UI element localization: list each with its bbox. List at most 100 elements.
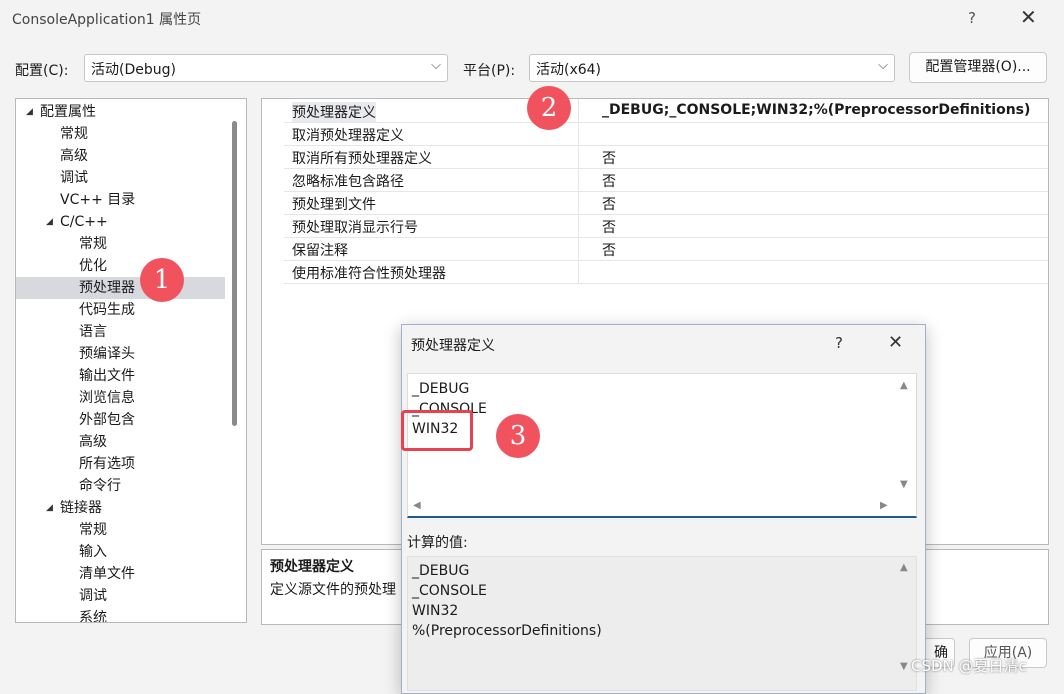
tree-item[interactable]: 调试 — [16, 167, 225, 189]
tree-item-label: 高级 — [60, 148, 88, 164]
expand-triangle-icon[interactable]: ◢ — [46, 211, 53, 233]
chevron-down-icon: ⌵ — [878, 58, 888, 73]
tree-item[interactable]: VC++ 目录 — [16, 189, 225, 211]
scroll-up-icon[interactable]: ▲ — [900, 562, 908, 573]
tree-item[interactable]: 高级 — [16, 145, 225, 167]
tree-item[interactable]: ◢ 配置属性 — [16, 101, 225, 123]
tree-item[interactable]: 常规 — [16, 123, 225, 145]
platform-select[interactable]: 活动(x64) ⌵ — [529, 54, 895, 82]
tree-item[interactable]: 输入 — [16, 541, 225, 563]
property-name: 预处理到文件 — [292, 197, 376, 213]
property-row[interactable]: 保留注释 否 — [284, 237, 1048, 261]
config-label: 配置(C): — [15, 63, 69, 79]
tree-item-label: 常规 — [60, 126, 88, 142]
column-divider — [578, 214, 579, 237]
config-manager-button[interactable]: 配置管理器(O)... — [909, 52, 1047, 83]
property-name: 取消预处理器定义 — [292, 128, 404, 144]
property-value[interactable]: 否 — [602, 171, 616, 191]
highlight-box — [401, 410, 473, 451]
tree-item[interactable]: 调试 — [16, 585, 225, 607]
text-line: %(PreprocessorDefinitions) — [412, 623, 602, 639]
tree-item[interactable]: 高级 — [16, 431, 225, 453]
property-value[interactable]: 否 — [602, 194, 616, 214]
dialog-help-button[interactable]: ? — [835, 334, 843, 352]
expand-triangle-icon[interactable]: ◢ — [46, 497, 53, 519]
tree-item-label: 优化 — [79, 258, 107, 274]
tree-item-label: 预处理器 — [79, 280, 135, 296]
tree-item[interactable]: 系统 — [16, 607, 225, 623]
computed-values-box: _DEBUG _CONSOLE WIN32 %(PreprocessorDefinit… — [407, 556, 917, 691]
help-button[interactable]: ? — [968, 9, 976, 27]
tree-scrollbar[interactable] — [232, 121, 237, 426]
property-name: 保留注释 — [292, 243, 348, 259]
text-line: _DEBUG — [412, 563, 470, 579]
text-line: _CONSOLE — [412, 583, 487, 599]
property-row[interactable]: 取消所有预处理器定义 否 — [284, 145, 1048, 169]
tree-item-label: 外部包含 — [79, 412, 135, 428]
tree-item-label: 调试 — [79, 588, 107, 604]
scroll-up-icon[interactable]: ▲ — [900, 380, 908, 391]
platform-label: 平台(P): — [463, 63, 516, 79]
tree-item[interactable]: 预编译头 — [16, 343, 225, 365]
description-text: 定义源文件的预处理 — [270, 582, 396, 598]
expand-triangle-icon[interactable]: ◢ — [26, 101, 33, 123]
tree-item[interactable]: 清单文件 — [16, 563, 225, 585]
dialog-close-button[interactable]: ✕ — [888, 332, 903, 353]
definitions-edit[interactable]: _DEBUG _CONSOLE WIN32 ▲ ▼ ◀ ▶ — [407, 373, 917, 518]
tree-item[interactable]: 命令行 — [16, 475, 225, 497]
tree-item-label: 预编译头 — [79, 346, 135, 362]
scroll-down-icon[interactable]: ▼ — [900, 661, 908, 672]
tree-item[interactable]: 浏览信息 — [16, 387, 225, 409]
property-row[interactable]: 预处理取消显示行号 否 — [284, 214, 1048, 238]
property-value[interactable]: _DEBUG;_CONSOLE;WIN32;%(PreprocessorDefi… — [602, 102, 1030, 118]
tree-item[interactable]: ◢ C/C++ — [16, 211, 225, 233]
property-value[interactable]: 否 — [602, 148, 616, 168]
tree-item-label: VC++ 目录 — [60, 192, 136, 208]
close-button[interactable]: ✕ — [1020, 5, 1037, 29]
step-marker-1: 1 — [140, 258, 184, 302]
property-name: 使用标准符合性预处理器 — [292, 266, 446, 282]
tree-item[interactable]: 优化 — [16, 255, 225, 277]
tree-item[interactable]: 代码生成 — [16, 299, 225, 321]
tree-item[interactable]: 常规 — [16, 233, 225, 255]
property-name: 预处理器定义 — [292, 102, 376, 122]
property-row[interactable]: 忽略标准包含路径 否 — [284, 168, 1048, 192]
tree-item[interactable]: 语言 — [16, 321, 225, 343]
config-select[interactable]: 活动(Debug) ⌵ — [84, 54, 448, 82]
tree-item-label: 语言 — [79, 324, 107, 340]
tree-item-label: 系统 — [79, 610, 107, 623]
tree-item[interactable]: 外部包含 — [16, 409, 225, 431]
tree-item-label: 所有选项 — [79, 456, 135, 472]
scroll-left-icon[interactable]: ◀ — [413, 500, 421, 511]
tree-item[interactable]: ◢ 链接器 — [16, 497, 225, 519]
property-name: 忽略标准包含路径 — [292, 174, 404, 190]
column-divider — [578, 99, 579, 122]
column-divider — [578, 145, 579, 168]
property-name: 取消所有预处理器定义 — [292, 151, 432, 167]
property-value[interactable]: 否 — [602, 240, 616, 260]
scroll-down-icon[interactable]: ▼ — [900, 479, 908, 490]
column-divider — [578, 237, 579, 260]
step-marker-2: 2 — [527, 86, 571, 130]
property-row[interactable]: 取消预处理器定义 — [284, 122, 1048, 146]
column-divider — [578, 260, 579, 283]
computed-values-label: 计算的值: — [407, 535, 468, 551]
property-row[interactable]: 预处理器定义 _DEBUG;_CONSOLE;WIN32;%(Preprocess… — [284, 99, 1048, 123]
text-line: WIN32 — [412, 603, 459, 619]
property-name: 预处理取消显示行号 — [292, 220, 418, 236]
tree-item[interactable]: 常规 — [16, 519, 225, 541]
tree-item-label: C/C++ — [60, 214, 108, 230]
tree-item[interactable]: 预处理器 — [16, 277, 225, 299]
property-value[interactable]: 否 — [602, 217, 616, 237]
tree-item[interactable]: 所有选项 — [16, 453, 225, 475]
dialog-title: 预处理器定义 — [411, 338, 495, 354]
tree-item-label: 调试 — [60, 170, 88, 186]
scroll-right-icon[interactable]: ▶ — [880, 500, 888, 511]
tree-item-label: 链接器 — [60, 500, 102, 516]
step-marker-3: 3 — [496, 414, 540, 458]
column-divider — [578, 122, 579, 145]
tree-item[interactable]: 输出文件 — [16, 365, 225, 387]
property-row[interactable]: 预处理到文件 否 — [284, 191, 1048, 215]
tree-item-label: 清单文件 — [79, 566, 135, 582]
property-row[interactable]: 使用标准符合性预处理器 — [284, 260, 1048, 284]
